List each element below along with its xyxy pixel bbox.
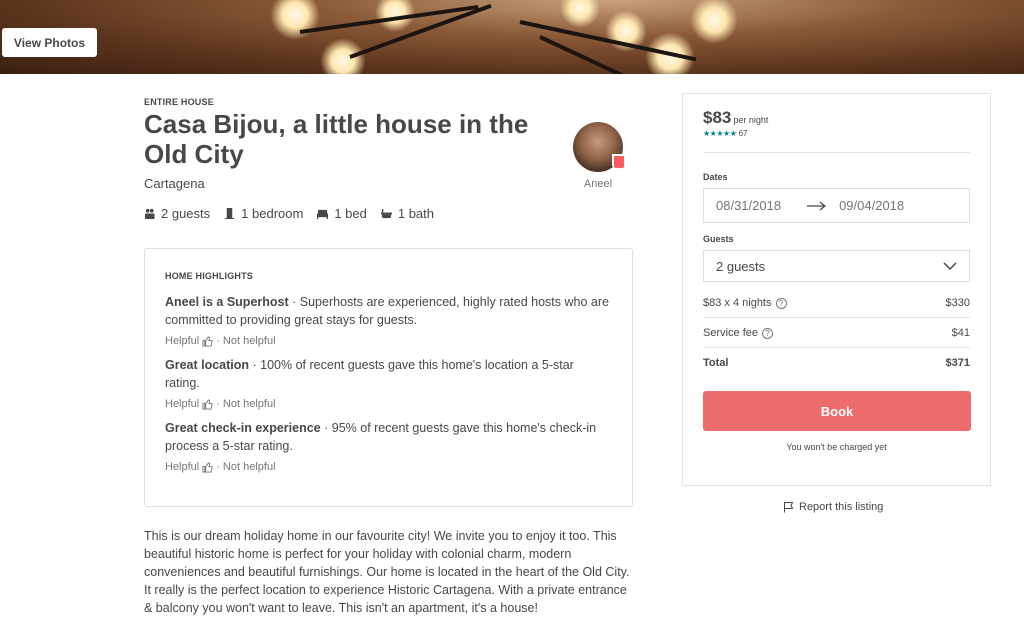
separator-dot: ·	[216, 461, 220, 473]
highlight-item: Great check-in experience · 95% of recen…	[165, 419, 612, 473]
chevron-down-icon	[943, 262, 957, 270]
question-icon[interactable]: ?	[762, 327, 774, 339]
highlight-item: Great location · 100% of recent guests g…	[165, 356, 612, 410]
hero-photo[interactable]: View Photos	[0, 0, 1024, 74]
charge-note: You won't be charged yet	[786, 442, 887, 452]
highlight-feedback: Helpful · Not helpful	[165, 335, 612, 347]
avatar[interactable]	[573, 122, 626, 172]
amenity-bath: 1 bath	[380, 206, 435, 221]
dates-label: Dates	[703, 172, 728, 182]
nights-line-text: $83 x 4 nights	[703, 296, 772, 309]
helpful-link[interactable]: Helpful	[165, 335, 199, 347]
listing-type: ENTIRE HOUSE	[144, 97, 214, 107]
arrow-right-icon	[807, 201, 827, 210]
check-out-field[interactable]: 09/04/2018	[839, 198, 904, 213]
star-rating-icon: ★★★★★	[703, 129, 737, 138]
price-breakdown: $83 x 4 nights? $330 Service fee? $41 To…	[703, 288, 970, 378]
not-helpful-link[interactable]: Not helpful	[223, 335, 276, 347]
home-highlights-card: HOME HIGHLIGHTS Aneel is a Superhost · S…	[144, 248, 633, 507]
total-label: Total	[703, 357, 729, 369]
check-in-field[interactable]: 08/31/2018	[716, 198, 781, 213]
listing-title: Casa Bijou, a little house in the Old Ci…	[144, 109, 529, 169]
not-helpful-link[interactable]: Not helpful	[223, 398, 276, 410]
amenities-summary: 2 guests 1 bedroom 1 bed 1 bath	[144, 206, 434, 221]
amenity-label: 2 guests	[161, 206, 211, 221]
highlight-title: Great location	[165, 358, 250, 372]
report-listing-link[interactable]: Report this listing	[783, 501, 883, 513]
listing-description: This is our dream holiday home in our fa…	[144, 529, 630, 615]
date-range-picker: 08/31/2018 09/04/2018	[703, 188, 970, 223]
amenity-label: 1 bed	[334, 206, 367, 221]
guests-value: 2 guests	[716, 258, 766, 274]
amenity-label: 1 bedroom	[241, 206, 304, 221]
nights-line-value: $330	[945, 296, 970, 309]
thumbs-up-icon[interactable]	[202, 335, 213, 347]
highlight-text: Great location · 100% of recent guests g…	[165, 356, 612, 392]
guests-select[interactable]: 2 guests	[703, 250, 970, 282]
price-value: $83	[703, 108, 732, 127]
flag-icon	[784, 502, 794, 513]
review-count: 67	[738, 129, 748, 138]
listing-city[interactable]: Cartagena	[144, 176, 205, 191]
price-row-nights: $83 x 4 nights? $330	[703, 288, 970, 318]
book-button[interactable]: Book	[703, 391, 971, 431]
booking-panel: $83 per night ★★★★★ 67 Dates 08/31/2018 0…	[682, 93, 991, 486]
highlight-text: Aneel is a Superhost · Superhosts are ex…	[165, 293, 612, 329]
highlight-feedback: Helpful · Not helpful	[165, 461, 612, 473]
host-name[interactable]: Aneel	[570, 178, 626, 190]
question-icon[interactable]: ?	[775, 297, 787, 309]
nights-line-label: $83 x 4 nights?	[703, 297, 787, 309]
highlights-heading: HOME HIGHLIGHTS	[165, 271, 253, 281]
price-row-service-fee: Service fee? $41	[703, 318, 970, 348]
highlight-feedback: Helpful · Not helpful	[165, 398, 612, 410]
amenity-label: 1 bath	[397, 206, 435, 221]
highlight-title: Great check-in experience	[165, 421, 321, 435]
bath-icon	[380, 208, 392, 219]
service-fee-label: Service fee?	[703, 326, 774, 339]
thumbs-up-icon[interactable]	[202, 461, 213, 473]
separator-dot: ·	[216, 335, 220, 347]
bedroom-icon	[225, 208, 235, 219]
divider	[703, 152, 970, 153]
report-label: Report this listing	[799, 501, 884, 513]
amenity-bed: 1 bed	[317, 206, 367, 221]
service-fee-value: $41	[951, 326, 970, 339]
highlight-item: Aneel is a Superhost · Superhosts are ex…	[165, 293, 612, 347]
amenity-guests: 2 guests	[144, 206, 210, 221]
highlight-title: Aneel is a Superhost	[165, 295, 289, 309]
rating-summary[interactable]: ★★★★★ 67	[703, 129, 970, 138]
view-photos-button[interactable]: View Photos	[2, 28, 97, 57]
highlight-text: Great check-in experience · 95% of recen…	[165, 419, 612, 455]
guests-icon	[144, 208, 155, 219]
total-value: $371	[945, 357, 970, 369]
bed-icon	[317, 209, 329, 219]
amenity-bedroom: 1 bedroom	[224, 206, 303, 221]
guests-label: Guests	[703, 234, 734, 244]
helpful-link[interactable]: Helpful	[165, 398, 199, 410]
helpful-link[interactable]: Helpful	[165, 461, 199, 473]
nightly-price: $83 per night	[703, 108, 970, 128]
price-row-total: Total $371	[703, 348, 970, 378]
service-fee-text: Service fee	[703, 326, 759, 339]
host-profile[interactable]: Aneel	[570, 122, 626, 190]
superhost-badge-icon	[612, 154, 626, 170]
per-night-label: per night	[733, 115, 769, 125]
separator-dot: ·	[216, 398, 220, 410]
not-helpful-link[interactable]: Not helpful	[223, 461, 276, 473]
thumbs-up-icon[interactable]	[202, 398, 213, 410]
